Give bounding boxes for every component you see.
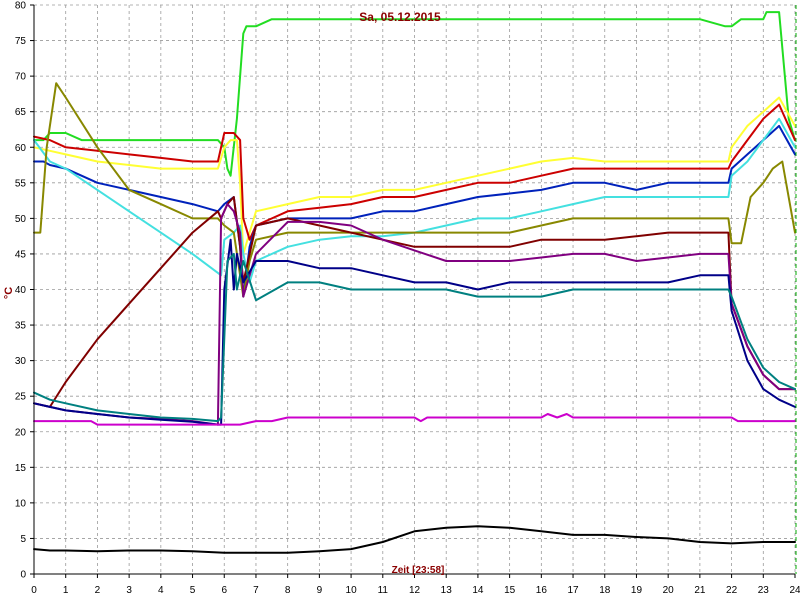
x-tick-label-13: 13: [441, 585, 453, 596]
x-tick-label-18: 18: [599, 585, 611, 596]
y-tick-label-10: 50: [15, 214, 27, 225]
x-tick-label-2: 2: [95, 585, 101, 596]
x-tick-label-12: 12: [409, 585, 421, 596]
x-tick-label-1: 1: [63, 585, 69, 596]
y-tick-label-11: 55: [15, 178, 27, 189]
y-tick-label-9: 45: [15, 249, 27, 260]
y-tick-label-15: 75: [15, 36, 27, 47]
y-tick-label-8: 40: [15, 285, 27, 296]
x-axis-label: Zeit [23:58]: [392, 565, 445, 576]
x-tick-label-11: 11: [378, 585, 389, 596]
y-tick-label-1: 5: [20, 534, 26, 545]
x-tick-label-14: 14: [472, 585, 484, 596]
x-tick-label-3: 3: [126, 585, 132, 596]
x-tick-label-19: 19: [631, 585, 643, 596]
y-axis-label: °C: [3, 287, 15, 299]
x-tick-label-7: 7: [253, 585, 259, 596]
x-tick-label-24: 24: [789, 585, 800, 596]
y-tick-label-14: 70: [15, 72, 27, 83]
y-tick-label-6: 30: [15, 356, 27, 367]
chart-title: Sa, 05.12.2015: [359, 10, 441, 24]
y-tick-label-12: 60: [15, 143, 27, 154]
x-tick-label-8: 8: [285, 585, 291, 596]
x-tick-label-23: 23: [758, 585, 770, 596]
x-tick-label-0: 0: [31, 585, 37, 596]
y-tick-label-2: 10: [15, 498, 27, 509]
y-tick-label-13: 65: [15, 107, 27, 118]
y-tick-label-5: 25: [15, 392, 27, 403]
x-tick-label-5: 5: [190, 585, 196, 596]
plot-background: [0, 0, 800, 600]
y-tick-label-3: 15: [15, 463, 27, 474]
x-tick-label-9: 9: [317, 585, 323, 596]
line-chart: 0 1 2 3 4 5 6 7 8 9 10 11 12 13 14 15 16 17 18 19 20 21 22 23 24…: [0, 0, 800, 600]
y-tick-label-7: 35: [15, 321, 27, 332]
x-tick-label-20: 20: [663, 585, 675, 596]
x-tick-label-17: 17: [567, 585, 579, 596]
x-tick-label-22: 22: [726, 585, 738, 596]
x-tick-label-16: 16: [536, 585, 548, 596]
x-tick-label-10: 10: [346, 585, 358, 596]
x-tick-label-6: 6: [221, 585, 227, 596]
x-tick-label-4: 4: [158, 585, 164, 596]
y-tick-label-16: 80: [15, 1, 27, 12]
x-tick-label-21: 21: [694, 585, 706, 596]
y-tick-label-0: 0: [20, 570, 26, 581]
x-tick-label-15: 15: [504, 585, 516, 596]
y-tick-label-4: 20: [15, 427, 27, 438]
